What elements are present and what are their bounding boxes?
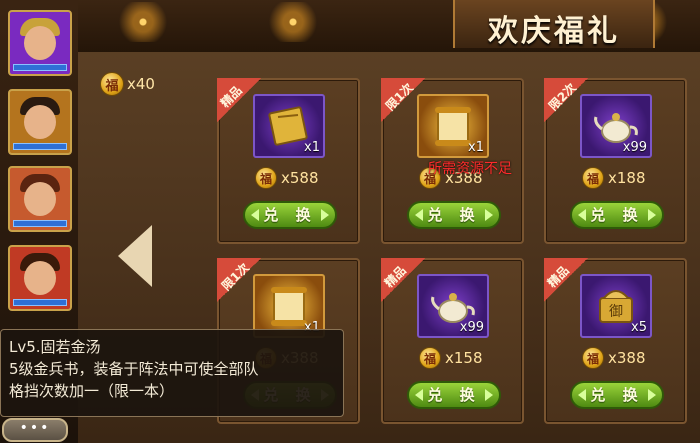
price: 福 x188	[582, 167, 646, 189]
item-quantity: x1	[468, 140, 484, 155]
title-plate: 欢庆福礼	[453, 0, 655, 49]
fu-coin-icon: 福	[582, 167, 604, 189]
exchange-button[interactable]: 兑 换	[243, 201, 337, 229]
fu-coin-icon: 福	[255, 167, 277, 189]
insufficient-resources-warning: 所需资源不足	[428, 161, 512, 177]
tooltip-description: 5级金兵书，装备于阵法中可使全部队	[9, 360, 259, 378]
price: 福 x588	[255, 167, 319, 189]
shop-item-card: 精品 x99 福 x158 兑 换	[381, 258, 524, 424]
exchange-button[interactable]: 兑 换	[570, 381, 664, 409]
shop-item-card: 精品 x1 福 x588 兑 换	[217, 78, 360, 244]
page-title: 欢庆福礼	[488, 14, 620, 49]
exchange-button[interactable]: 兑 换	[570, 201, 664, 229]
shop-item-card: 精品 御 x5 福 x388 兑 换	[544, 258, 687, 424]
price: 福 x388	[582, 347, 646, 369]
firework-decoration	[98, 2, 188, 42]
imperial-seal-icon[interactable]: 御 x5	[580, 274, 652, 338]
scroll-book-icon[interactable]: x1	[253, 94, 325, 158]
firework-decoration	[248, 2, 338, 42]
more-button[interactable]: •••	[2, 418, 68, 442]
hero-portrait-2[interactable]	[8, 89, 72, 155]
fu-coin-icon: 福	[100, 72, 124, 96]
item-quantity: x1	[304, 140, 320, 155]
item-quantity: x99	[459, 320, 484, 335]
item-quantity: x5	[631, 320, 647, 335]
scroll-icon[interactable]: x1	[417, 94, 489, 158]
currency-counter: 福 x40	[100, 72, 155, 96]
fu-coin-icon: 福	[419, 347, 441, 369]
hero-portrait-1[interactable]	[8, 10, 72, 76]
shop-item-card: 限2次 x99 福 x188 兑 换	[544, 78, 687, 244]
teapot-icon[interactable]: x99	[580, 94, 652, 158]
svg-text:御: 御	[609, 304, 623, 320]
tooltip-description: 格挡次数加一（限一本）	[9, 382, 175, 400]
tooltip-title: Lv5.固若金汤	[9, 338, 101, 356]
exchange-button[interactable]: 兑 换	[407, 201, 501, 229]
currency-amount: x40	[127, 75, 155, 93]
item-quantity: x99	[622, 140, 647, 155]
price: 福 x158	[419, 347, 483, 369]
left-arrow-icon[interactable]	[118, 225, 152, 287]
teapot-icon[interactable]: x99	[417, 274, 489, 338]
title-banner: 欢庆福礼	[78, 0, 700, 54]
fu-coin-icon: 福	[582, 347, 604, 369]
item-tooltip: Lv5.固若金汤 5级金兵书，装备于阵法中可使全部队 格挡次数加一（限一本）	[0, 329, 344, 417]
hero-portrait-4[interactable]	[8, 245, 72, 311]
hero-portrait-3[interactable]	[8, 166, 72, 232]
exchange-button[interactable]: 兑 换	[407, 381, 501, 409]
